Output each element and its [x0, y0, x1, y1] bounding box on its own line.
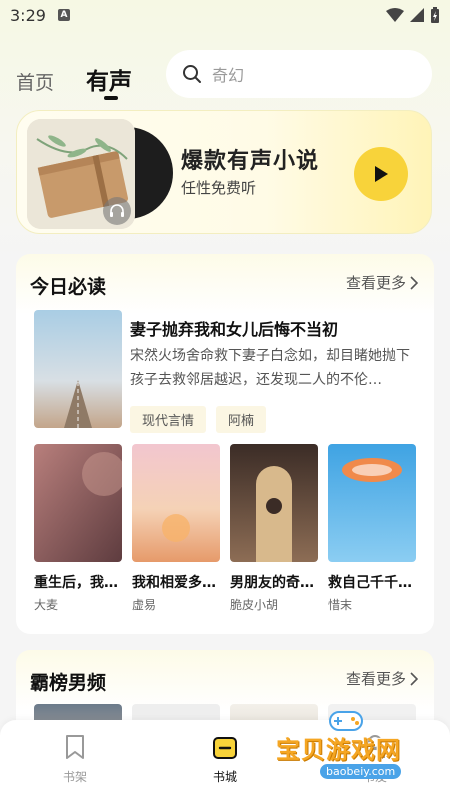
watermark-logo: 宝贝游戏网 baobeiy.com: [270, 706, 430, 790]
promo-subtitle: 任性免费听: [181, 179, 257, 197]
section-title: 今日必读: [30, 276, 107, 298]
book-author: 脆皮小胡: [230, 598, 279, 612]
author-tag[interactable]: 阿楠: [216, 406, 267, 433]
bookstore-icon: [213, 737, 237, 759]
battery-icon: [431, 7, 439, 23]
book-cover: [328, 444, 416, 562]
book-cover: [230, 444, 318, 562]
watermark-text: 宝贝游戏网: [276, 736, 401, 764]
tab-active-indicator: [104, 96, 118, 100]
search-input[interactable]: 奇幻: [166, 50, 432, 98]
promo-banner[interactable]: 爆款有声小说 任性免费听: [16, 110, 432, 234]
featured-book-cover[interactable]: [34, 310, 122, 428]
book-author: 惜末: [328, 598, 353, 612]
signal-icon: [410, 8, 424, 22]
see-more-label: 查看更多: [345, 670, 406, 688]
genre-tag[interactable]: 现代言情: [130, 406, 207, 433]
book-grid: 重生后，我… 大麦 我和相爱多… 虚易 男朋友的奇… 脆皮小胡 救自己千千… 惜…: [34, 444, 416, 613]
book-card[interactable]: 我和相爱多… 虚易: [132, 444, 220, 613]
see-more-link[interactable]: 查看更多: [346, 668, 418, 689]
wifi-icon: [386, 8, 404, 22]
book-card[interactable]: 男朋友的奇… 脆皮小胡: [230, 444, 318, 613]
book-author: 虚易: [132, 598, 157, 612]
book-card[interactable]: 重生后，我… 大麦: [34, 444, 122, 613]
promo-title: 爆款有声小说: [181, 149, 320, 174]
tab-bookstore[interactable]: 书城: [195, 734, 255, 785]
book-title: 我和相爱多…: [132, 575, 216, 591]
tab-bookstore-label: 书城: [212, 770, 237, 784]
book-card[interactable]: 救自己千千… 惜末: [328, 444, 416, 613]
status-bar: 3:29 A: [0, 0, 450, 32]
featured-book-title[interactable]: 妻子抛弃我和女儿后悔不当初: [130, 316, 338, 340]
book-title: 救自己千千…: [328, 575, 412, 591]
search-placeholder: 奇幻: [212, 66, 245, 85]
watermark-url: baobeiy.com: [320, 764, 402, 779]
status-time: 3:29: [10, 6, 46, 25]
book-title: 重生后，我…: [34, 575, 118, 591]
status-icons: [386, 7, 440, 23]
tab-bookshelf[interactable]: 书架: [45, 734, 105, 785]
featured-book-tags: 现代言情 阿楠: [130, 406, 267, 433]
tab-bookshelf-label: 书架: [62, 770, 87, 784]
book-cover: [132, 444, 220, 562]
tab-home[interactable]: 首页: [16, 68, 54, 95]
chevron-right-icon: [410, 671, 418, 686]
book-author: 大麦: [34, 598, 59, 612]
book-title: 男朋友的奇…: [230, 575, 314, 591]
featured-book-description: 宋然火场舍命救下妻子白念如，却目睹她抛下孩子去救邻居越迟，还发现二人的不伦…: [130, 348, 410, 388]
notification-icon: A: [58, 9, 70, 21]
search-icon: [183, 65, 201, 83]
see-more-link[interactable]: 查看更多: [346, 272, 418, 293]
tab-audio[interactable]: 有声: [86, 62, 132, 96]
bookmark-icon: [66, 735, 84, 759]
book-cover: [34, 444, 122, 562]
play-icon: [375, 166, 388, 182]
section-title: 霸榜男频: [30, 672, 107, 694]
play-button[interactable]: [354, 147, 408, 201]
chevron-right-icon: [410, 275, 418, 290]
see-more-label: 查看更多: [345, 274, 406, 292]
headphones-icon: [103, 197, 131, 225]
today-must-read-section: 今日必读 查看更多 妻子抛弃我和女儿后悔不当初 宋然火场舍命救下妻子白念如，却目…: [16, 254, 434, 634]
